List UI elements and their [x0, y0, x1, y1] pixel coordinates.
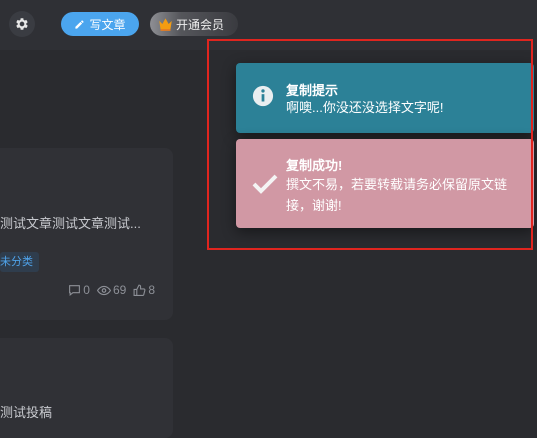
post-card[interactable]: 测试文章测试文章测试... 未分类 0 69 8	[0, 148, 173, 320]
gear-icon	[16, 18, 28, 30]
highlight-frame	[207, 39, 533, 250]
open-membership-button[interactable]: 开通会员	[150, 12, 238, 36]
likes-stat[interactable]: 8	[133, 283, 155, 297]
post-title[interactable]: 测试投稿	[0, 402, 52, 421]
views-stat: 69	[96, 283, 127, 297]
comments-stat: 0	[68, 283, 90, 297]
write-article-label: 写文章	[89, 17, 126, 32]
thumbs-up-icon	[133, 284, 146, 296]
post-excerpt: 测试文章测试文章测试...	[0, 216, 141, 231]
comments-count: 0	[83, 283, 90, 297]
likes-count: 8	[148, 283, 155, 297]
post-stats: 0 69 8	[68, 283, 155, 297]
pencil-icon	[75, 19, 85, 29]
open-membership-label: 开通会员	[176, 17, 225, 32]
category-badge[interactable]: 未分类	[0, 252, 39, 272]
settings-button[interactable]	[9, 11, 35, 37]
comment-icon	[69, 285, 81, 296]
views-count: 69	[112, 283, 127, 297]
post-card[interactable]: 测试投稿	[0, 338, 173, 438]
eye-icon	[96, 285, 111, 295]
write-article-button[interactable]: 写文章	[61, 12, 139, 36]
crown-icon	[159, 18, 172, 31]
